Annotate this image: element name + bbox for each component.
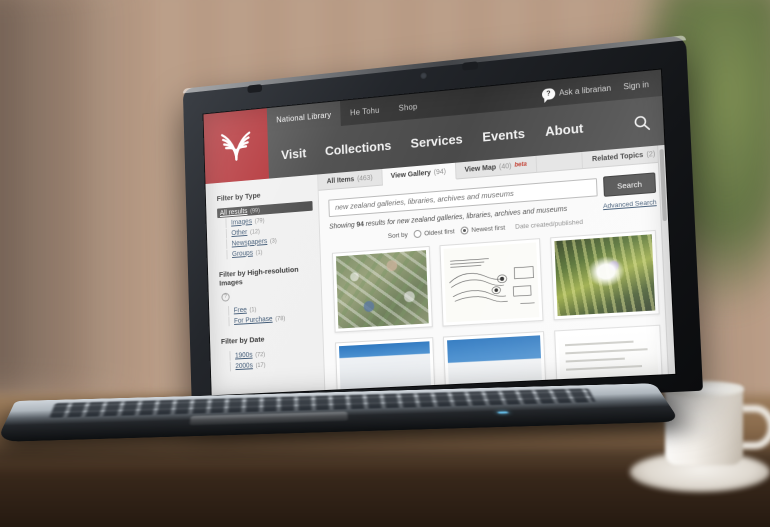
- filter-label: All results: [219, 207, 248, 217]
- nav-item-about[interactable]: About: [545, 120, 584, 138]
- question-bubble-icon: ?: [541, 87, 556, 100]
- laptop: National Library He Tohu Shop ? Ask a li…: [0, 0, 770, 527]
- hinge-nub-left: [247, 84, 263, 94]
- tab-count: (2): [646, 150, 656, 159]
- filter-label: 1900s: [234, 351, 253, 360]
- filter-group-date: Filter by Date 1900s (72) 2000s (17): [221, 332, 318, 372]
- gallery-grid: [320, 220, 675, 396]
- filter-label: Newspapers: [231, 237, 268, 248]
- filter-label: Groups: [231, 249, 254, 258]
- tab-count: (94): [433, 168, 447, 176]
- gallery-item-aerial-photograph[interactable]: [332, 246, 433, 333]
- tab-count: (463): [356, 174, 373, 183]
- utility-nav-right: ? Ask a librarian Sign in: [541, 78, 654, 100]
- filter-count: (99): [250, 207, 260, 215]
- thumbnail-cartoon-sketch: [443, 242, 540, 323]
- filter-count: (12): [249, 228, 260, 236]
- filter-label: Other: [231, 228, 248, 237]
- filter-count: (79): [254, 217, 265, 225]
- gallery-item-flower-photograph[interactable]: [550, 229, 660, 321]
- filter-group-type-title: Filter by Type: [216, 190, 261, 203]
- webcam-icon: [419, 71, 428, 81]
- thumbnail-aerial-photograph: [335, 250, 429, 329]
- website-viewport: National Library He Tohu Shop ? Ask a li…: [203, 69, 676, 396]
- filter-count: (17): [255, 362, 266, 369]
- sign-in-link[interactable]: Sign in: [623, 79, 649, 91]
- filter-label: For Purchase: [233, 315, 273, 325]
- filter-count: (1): [255, 249, 263, 256]
- search-results-panel: All Items (463) View Gallery (94) View M…: [318, 144, 676, 396]
- ask-a-librarian-label: Ask a librarian: [558, 83, 612, 98]
- help-icon[interactable]: ?: [221, 292, 230, 302]
- tab-count: (40): [498, 162, 512, 171]
- laptop-screen: National Library He Tohu Shop ? Ask a li…: [203, 69, 676, 396]
- thumbnail-flower-photograph: [554, 234, 656, 317]
- filter-count: (3): [269, 237, 277, 245]
- hinge-nub-right: [462, 61, 479, 71]
- tab-label: View Gallery: [390, 169, 432, 180]
- filter-group-type: Filter by Type All results (99) Images (…: [217, 187, 315, 260]
- gallery-item-cartoon-sketch[interactable]: [439, 238, 544, 327]
- filter-label: Images: [230, 217, 253, 227]
- utility-nav-shop[interactable]: Shop: [389, 92, 428, 121]
- national-library-fern-icon: [217, 126, 254, 167]
- ask-a-librarian-link[interactable]: ? Ask a librarian: [541, 82, 612, 100]
- filter-group-highres-title: Filter by High-resolution Images: [218, 264, 299, 288]
- tab-label: Related Topics: [591, 151, 644, 163]
- filter-label: 2000s: [235, 361, 253, 370]
- trackpad: [189, 411, 349, 426]
- filter-count: (1): [249, 306, 257, 313]
- laptop-base: [0, 383, 681, 443]
- nav-item-services[interactable]: Services: [410, 131, 463, 150]
- search-icon: [633, 113, 652, 132]
- filter-count: (78): [275, 315, 286, 323]
- filter-label: Free: [233, 306, 247, 314]
- nav-item-visit[interactable]: Visit: [281, 145, 307, 162]
- beta-badge: beta: [514, 161, 527, 169]
- page-body: Filter by Type All results (99) Images (…: [205, 144, 676, 396]
- power-led-icon: [497, 411, 509, 414]
- filter-group-date-title: Filter by Date: [220, 334, 265, 346]
- tab-label: All Items: [326, 175, 355, 185]
- filter-count: (72): [255, 351, 266, 358]
- header-search-button[interactable]: [633, 113, 652, 132]
- cartoon-line-drawing-icon: [443, 242, 539, 322]
- filter-sidebar: Filter by Type All results (99) Images (…: [205, 174, 326, 396]
- site-logo[interactable]: [203, 108, 270, 186]
- nav-item-events[interactable]: Events: [482, 125, 525, 144]
- tab-label: View Map: [464, 163, 497, 174]
- filter-group-highres: Filter by High-resolution Images ? Free …: [219, 264, 317, 327]
- nav-item-collections[interactable]: Collections: [325, 137, 392, 157]
